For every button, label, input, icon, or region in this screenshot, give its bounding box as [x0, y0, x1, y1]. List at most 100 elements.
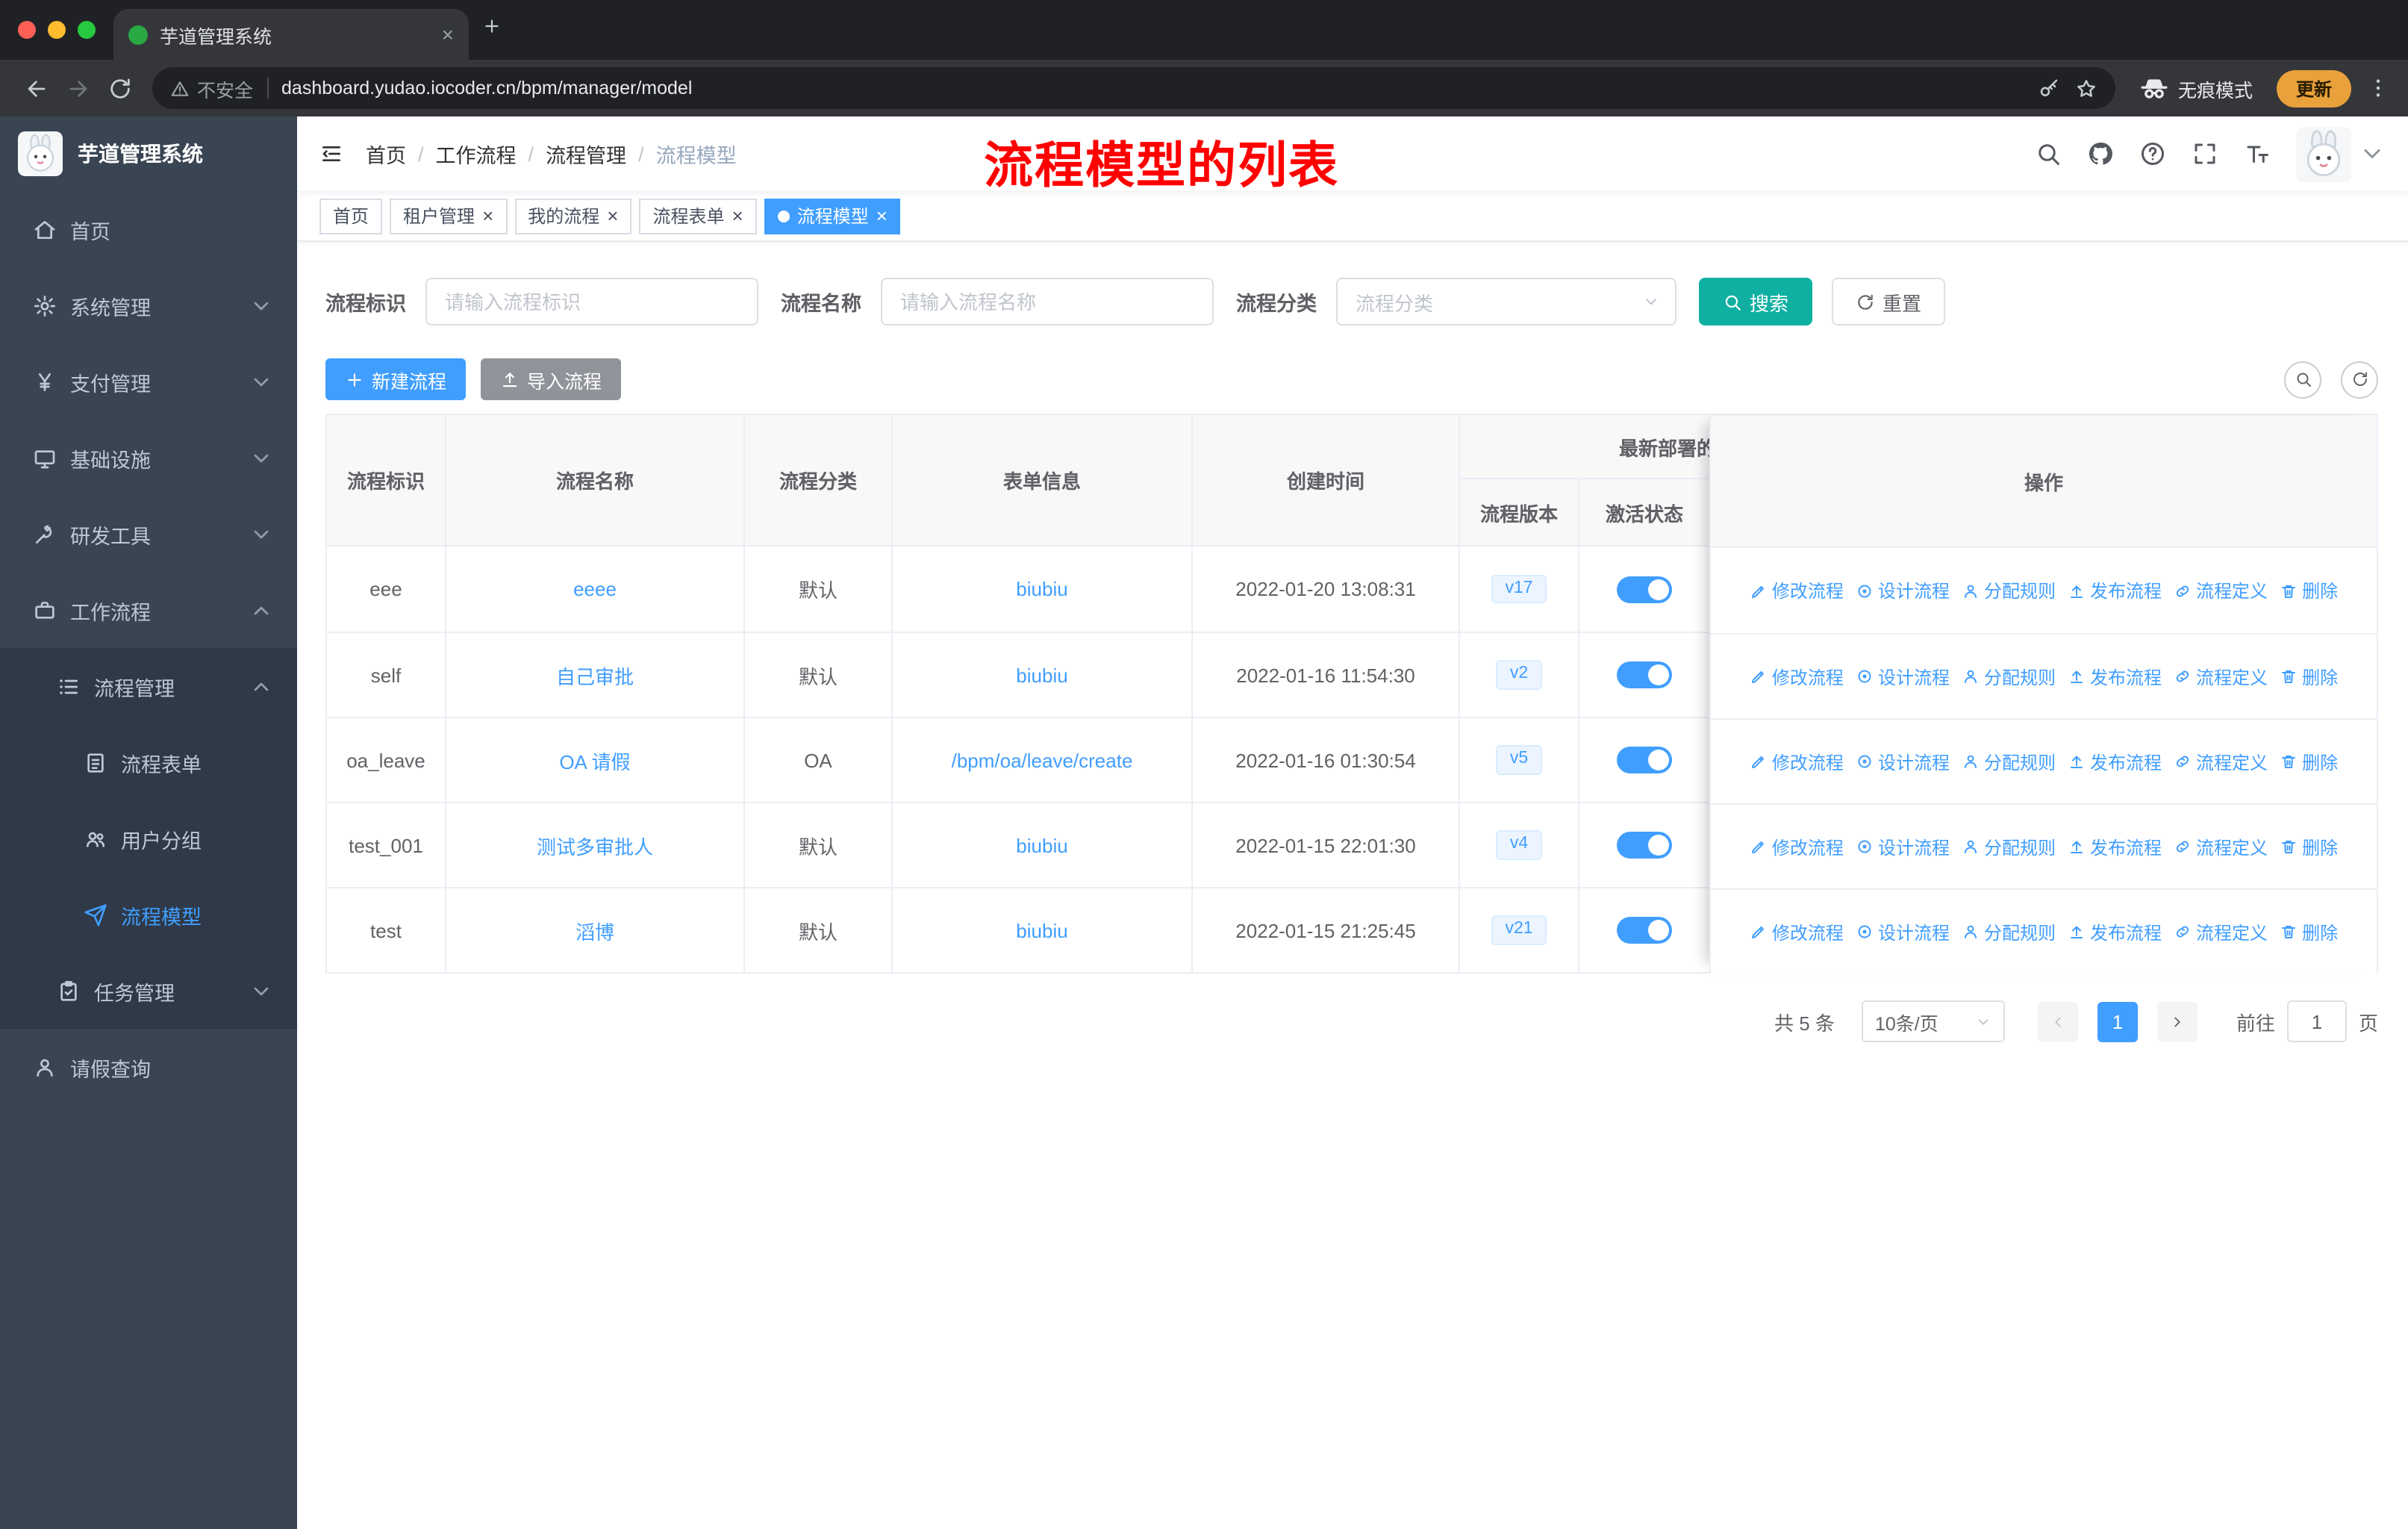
process-name-link[interactable]: 自己审批: [556, 661, 634, 689]
address-bar[interactable]: 不安全 dashboard.yudao.iocoder.cn/bpm/manag…: [152, 67, 2115, 109]
tag[interactable]: 流程模型 ×: [764, 198, 901, 234]
process-name-input[interactable]: [881, 278, 1214, 326]
action-assign[interactable]: 分配规则: [1962, 834, 2056, 859]
action-design[interactable]: 设计流程: [1856, 578, 1950, 603]
close-window-button[interactable]: [18, 21, 36, 39]
active-status-toggle[interactable]: [1617, 832, 1672, 859]
browser-update-button[interactable]: 更新: [2276, 69, 2351, 107]
active-status-toggle[interactable]: [1617, 661, 1672, 688]
maximize-window-button[interactable]: [78, 21, 96, 39]
sidebar-item-user[interactable]: 请假查询: [0, 1029, 297, 1105]
sidebar-collapse-icon[interactable]: [319, 142, 343, 166]
action-trash[interactable]: 删除: [2280, 919, 2338, 944]
action-edit[interactable]: 修改流程: [1750, 664, 1844, 689]
user-menu[interactable]: [2296, 126, 2386, 181]
create-process-button[interactable]: 新建流程: [325, 358, 467, 400]
action-trash[interactable]: 删除: [2280, 664, 2338, 689]
action-assign[interactable]: 分配规则: [1962, 919, 2056, 944]
action-design[interactable]: 设计流程: [1856, 749, 1950, 774]
form-info-link[interactable]: biubiu: [1016, 578, 1067, 600]
sidebar-item-home[interactable]: 首页: [0, 191, 297, 267]
action-assign[interactable]: 分配规则: [1962, 578, 2056, 603]
action-edit[interactable]: 修改流程: [1750, 834, 1844, 859]
action-define[interactable]: 流程定义: [2174, 664, 2268, 689]
fullscreen-icon[interactable]: [2192, 140, 2218, 167]
active-status-toggle[interactable]: [1617, 747, 1672, 773]
action-publish[interactable]: 发布流程: [2068, 919, 2162, 944]
action-assign[interactable]: 分配规则: [1962, 749, 2056, 774]
action-publish[interactable]: 发布流程: [2068, 834, 2162, 859]
action-define[interactable]: 流程定义: [2174, 919, 2268, 944]
active-status-toggle[interactable]: [1617, 917, 1672, 944]
browser-tab[interactable]: 芋道管理系统 ×: [113, 9, 469, 60]
toggle-search-button[interactable]: [2284, 361, 2321, 398]
process-key-input[interactable]: [425, 278, 758, 326]
search-button[interactable]: 搜索: [1699, 278, 1813, 326]
new-tab-button[interactable]: [469, 16, 514, 43]
form-info-link[interactable]: biubiu: [1016, 834, 1067, 856]
action-edit[interactable]: 修改流程: [1750, 749, 1844, 774]
tag[interactable]: 租户管理 ×: [390, 198, 508, 234]
form-info-link[interactable]: /bpm/oa/leave/create: [952, 749, 1133, 771]
action-define[interactable]: 流程定义: [2174, 834, 2268, 859]
sidebar-item-workflow[interactable]: 工作流程: [0, 572, 297, 648]
refresh-table-button[interactable]: [2341, 361, 2378, 398]
action-design[interactable]: 设计流程: [1856, 664, 1950, 689]
forward-button[interactable]: [57, 67, 99, 109]
action-trash[interactable]: 删除: [2280, 578, 2338, 603]
action-publish[interactable]: 发布流程: [2068, 664, 2162, 689]
bookmark-star-icon[interactable]: [2075, 77, 2097, 99]
github-icon[interactable]: [2087, 140, 2114, 167]
tag[interactable]: 我的流程 ×: [514, 198, 632, 234]
password-key-icon[interactable]: [2038, 77, 2060, 99]
breadcrumb-item[interactable]: 工作流程: [436, 139, 517, 169]
security-indicator[interactable]: 不安全: [170, 74, 253, 102]
process-name-link[interactable]: 测试多审批人: [537, 831, 653, 859]
process-name-link[interactable]: 滔博: [576, 916, 614, 944]
form-info-link[interactable]: biubiu: [1016, 919, 1067, 941]
next-page-button[interactable]: [2156, 1001, 2198, 1041]
breadcrumb-item[interactable]: 流程管理: [546, 139, 626, 169]
sidebar-item-group[interactable]: 用户分组: [0, 800, 297, 876]
tag-close-icon[interactable]: ×: [482, 206, 493, 225]
sidebar-item-form[interactable]: 流程表单: [0, 724, 297, 800]
prev-page-button[interactable]: [2037, 1001, 2078, 1041]
action-trash[interactable]: 删除: [2280, 834, 2338, 859]
action-assign[interactable]: 分配规则: [1962, 664, 2056, 689]
tab-close-icon[interactable]: ×: [442, 22, 454, 46]
tag[interactable]: 首页: [319, 198, 383, 234]
back-button[interactable]: [15, 67, 57, 109]
breadcrumb-item[interactable]: 首页: [366, 139, 406, 169]
action-trash[interactable]: 删除: [2280, 749, 2338, 774]
reload-button[interactable]: [99, 67, 140, 109]
sidebar-item-gear[interactable]: 系统管理: [0, 267, 297, 343]
action-edit[interactable]: 修改流程: [1750, 578, 1844, 603]
sidebar-item-flow[interactable]: 流程管理: [0, 648, 297, 724]
action-define[interactable]: 流程定义: [2174, 578, 2268, 603]
action-publish[interactable]: 发布流程: [2068, 749, 2162, 774]
action-design[interactable]: 设计流程: [1856, 919, 1950, 944]
goto-page-input[interactable]: [2286, 1000, 2347, 1042]
process-name-link[interactable]: OA 请假: [559, 746, 630, 774]
action-design[interactable]: 设计流程: [1856, 834, 1950, 859]
tag[interactable]: 流程表单 ×: [639, 198, 757, 234]
help-icon[interactable]: [2139, 140, 2166, 167]
sidebar-item-tool[interactable]: 研发工具: [0, 496, 297, 572]
page-size-select[interactable]: 10条/页: [1861, 1000, 2005, 1042]
page-number-1[interactable]: 1: [2097, 1001, 2138, 1041]
minimize-window-button[interactable]: [48, 21, 66, 39]
action-edit[interactable]: 修改流程: [1750, 919, 1844, 944]
form-info-link[interactable]: biubiu: [1016, 664, 1067, 686]
sidebar-item-task[interactable]: 任务管理: [0, 953, 297, 1029]
sidebar-item-infra[interactable]: 基础设施: [0, 420, 297, 496]
active-status-toggle[interactable]: [1617, 576, 1672, 602]
category-select[interactable]: 流程分类: [1336, 278, 1676, 326]
app-logo[interactable]: 芋道管理系统: [0, 116, 297, 191]
process-name-link[interactable]: eeee: [573, 578, 617, 600]
font-size-icon[interactable]: [2244, 140, 2271, 167]
browser-menu-button[interactable]: [2363, 76, 2393, 100]
action-publish[interactable]: 发布流程: [2068, 578, 2162, 603]
sidebar-item-yen[interactable]: 支付管理: [0, 343, 297, 420]
action-define[interactable]: 流程定义: [2174, 749, 2268, 774]
tag-close-icon[interactable]: ×: [876, 206, 888, 225]
